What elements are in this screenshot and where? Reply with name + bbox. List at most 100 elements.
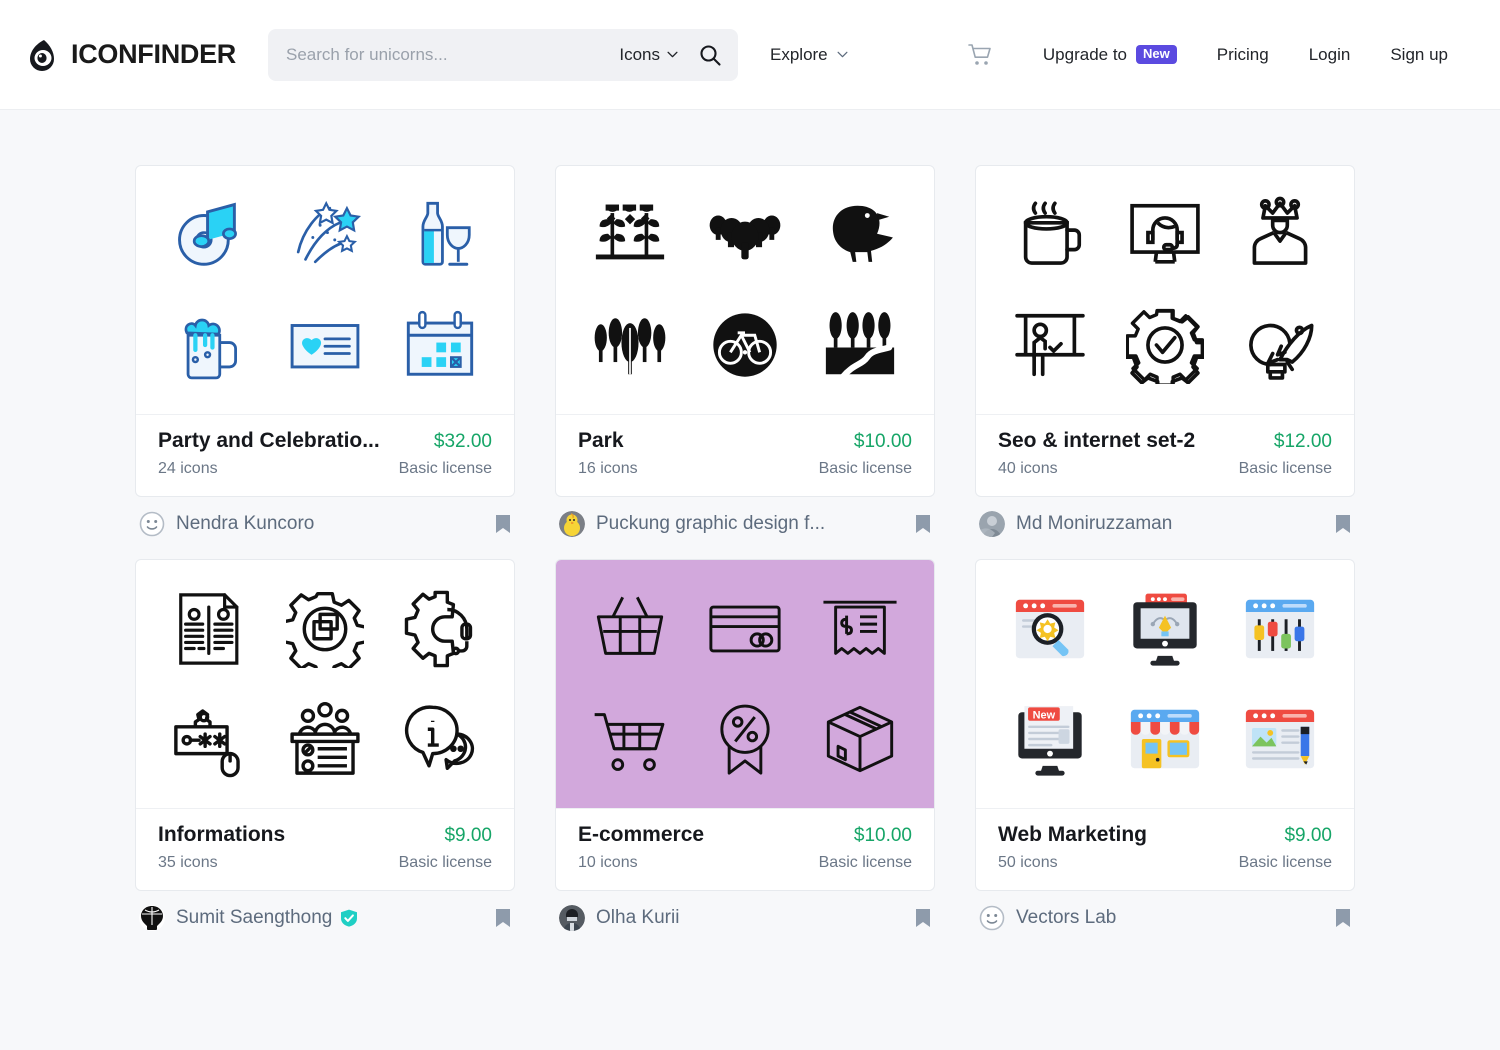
smiley-face-avatar[interactable]: [139, 511, 165, 537]
icon-set-author-row: Vectors Lab: [975, 891, 1355, 931]
bookmark-button[interactable]: [495, 514, 511, 534]
nav-login-link[interactable]: Login: [1289, 45, 1371, 65]
icon-set-author-name[interactable]: Olha Kurii: [596, 907, 679, 929]
icon-set-cell: Seo & internet set-2 $12.00 40 icons Bas…: [975, 165, 1355, 537]
bookmark-button[interactable]: [495, 908, 511, 928]
meta-sub-row: 40 icons Basic license: [998, 460, 1332, 478]
resume-document-icon: [178, 593, 239, 665]
presentation-icon: [1014, 313, 1085, 377]
coffee-mug-icon: [1023, 201, 1081, 265]
icon-set-cell: Party and Celebratio... $32.00 24 icons …: [135, 165, 515, 537]
meta-title-row: E-commerce $10.00: [578, 823, 912, 847]
icon-set-author-row: Md Moniruzzaman: [975, 497, 1355, 537]
icon-set-license: Basic license: [398, 460, 492, 477]
icon-set-preview: [556, 560, 934, 808]
meta-title-row: Park $10.00: [578, 429, 912, 453]
meta-sub-row: 10 icons Basic license: [578, 854, 912, 872]
search-input[interactable]: [286, 44, 620, 65]
icon-set-author-name[interactable]: Md Moniruzzaman: [1016, 513, 1172, 535]
chick-avatar[interactable]: [559, 511, 585, 537]
meta-title-row: Informations $9.00: [158, 823, 492, 847]
chevron-down-icon: [667, 51, 678, 58]
icon-set-title: Park: [578, 429, 624, 452]
chevron-down-icon: [837, 51, 848, 58]
meeting-panel-icon: [290, 701, 360, 775]
balloon-avatar[interactable]: [139, 905, 165, 931]
shopping-cart-icon: [594, 713, 665, 771]
icon-set-price: $32.00: [433, 431, 492, 452]
bookmark-icon: [1336, 909, 1350, 927]
icon-set-preview: [556, 166, 934, 414]
meta-title-row: Seo & internet set-2 $12.00: [998, 429, 1332, 453]
search-type-label: Icons: [619, 44, 660, 64]
info-chat-icon: [405, 705, 475, 770]
park-path-icon: [826, 312, 895, 380]
beer-mug-icon: [184, 318, 237, 380]
icon-set-title: E-commerce: [578, 823, 705, 846]
verified-badge-icon: [341, 909, 358, 927]
cart-button[interactable]: [937, 42, 1023, 68]
headset-gear-icon: [405, 590, 473, 668]
search-type-dropdown[interactable]: Icons: [619, 45, 682, 65]
smiley-face-avatar[interactable]: [979, 905, 1005, 931]
icon-set-card[interactable]: New Web Marketing $9.00 50 icons Basic l…: [975, 559, 1355, 891]
bookmark-button[interactable]: [1335, 908, 1351, 928]
icon-set-card[interactable]: Informations $9.00 35 icons Basic licens…: [135, 559, 515, 891]
meta-title-row: Web Marketing $9.00: [998, 823, 1332, 847]
icon-set-title: Web Marketing: [998, 823, 1147, 846]
nav-explore-label: Explore: [770, 44, 828, 64]
rocket-lightbulb-icon: [1249, 323, 1314, 380]
icon-set-author-name[interactable]: Puckung graphic design f...: [596, 513, 825, 535]
search-bar[interactable]: Icons: [268, 28, 738, 81]
online-shop-icon: [1130, 709, 1200, 769]
svg-text:New: New: [1032, 709, 1055, 721]
icon-set-license: Basic license: [818, 460, 912, 477]
icon-set-cell: E-commerce $10.00 10 icons Basic license: [555, 559, 935, 931]
icon-set-author-name[interactable]: Vectors Lab: [1016, 907, 1116, 929]
meta-sub-row: 24 icons Basic license: [158, 460, 492, 478]
nav-upgrade-label: Upgrade to: [1042, 44, 1128, 64]
icon-set-license: Basic license: [398, 854, 492, 871]
icon-set-author-row: Olha Kurii: [555, 891, 935, 931]
icon-set-license: Basic license: [1238, 460, 1332, 477]
icon-set-preview: New: [976, 560, 1354, 808]
bookmark-button[interactable]: [1335, 514, 1351, 534]
icon-set-card[interactable]: Seo & internet set-2 $12.00 40 icons Bas…: [975, 165, 1355, 497]
nav-explore[interactable]: Explore: [770, 45, 848, 65]
icon-set-meta: Informations $9.00 35 icons Basic licens…: [136, 808, 514, 890]
icon-set-card[interactable]: Party and Celebratio... $32.00 24 icons …: [135, 165, 515, 497]
icon-set-author-name[interactable]: Sumit Saengthong: [176, 907, 332, 929]
king-crown-person-icon: [1252, 196, 1308, 265]
bookmark-button[interactable]: [915, 514, 931, 534]
bookmark-icon: [1336, 515, 1350, 533]
icon-set-cell: New Web Marketing $9.00 50 icons Basic l…: [975, 559, 1355, 931]
icon-set-meta: Park $10.00 16 icons Basic license: [556, 414, 934, 496]
nav-signup-link[interactable]: Sign up: [1370, 45, 1468, 65]
bookmark-icon: [916, 515, 930, 533]
bird-icon: [833, 205, 894, 262]
site-logo[interactable]: ICONFINDER: [28, 38, 236, 72]
icon-set-price: $10.00: [853, 825, 912, 846]
icon-set-author-name[interactable]: Nendra Kuncoro: [176, 513, 314, 535]
icon-set-author-row: Nendra Kuncoro: [135, 497, 515, 537]
nav-upgrade-link[interactable]: Upgrade to New: [1023, 45, 1197, 65]
shopping-basket-icon: [596, 596, 663, 655]
icon-set-preview: [136, 166, 514, 414]
meta-sub-row: 50 icons Basic license: [998, 854, 1332, 872]
main-nav: Explore Upgrade to New Pricing Login Sig…: [770, 42, 1468, 68]
search-submit-button[interactable]: [682, 43, 722, 67]
bookmark-button[interactable]: [915, 908, 931, 928]
new-badge: New: [1136, 44, 1177, 65]
logo-wordmark: ICONFINDER: [71, 39, 236, 69]
icon-set-count: 40 icons: [998, 460, 1058, 477]
photo-avatar[interactable]: [979, 511, 1005, 537]
invitation-card-heart-icon: [290, 324, 360, 369]
icon-set-price: $9.00: [444, 825, 492, 846]
person-photo-avatar[interactable]: [559, 905, 585, 931]
icon-set-price: $10.00: [853, 431, 912, 452]
icon-set-card[interactable]: Park $10.00 16 icons Basic license: [555, 165, 935, 497]
nav-right-group: Upgrade to New Pricing Login Sign up: [937, 42, 1468, 68]
nav-pricing-link[interactable]: Pricing: [1197, 45, 1289, 65]
page-root: ICONFINDER Icons Explore: [0, 0, 1500, 1050]
icon-set-card[interactable]: E-commerce $10.00 10 icons Basic license: [555, 559, 935, 891]
